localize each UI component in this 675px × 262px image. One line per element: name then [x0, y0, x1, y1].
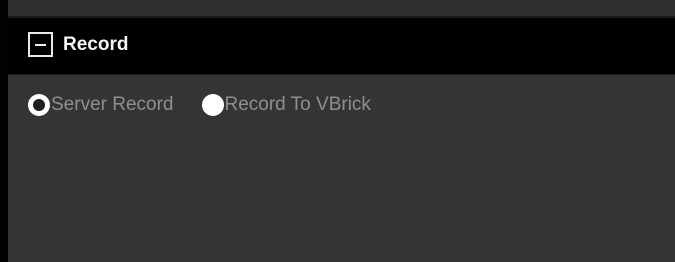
minus-icon: [35, 44, 46, 46]
radio-unchecked-icon[interactable]: [201, 94, 224, 116]
radio-label-record-to-vbrick[interactable]: Record To VBrick: [225, 93, 371, 117]
top-strip: [8, 0, 675, 18]
left-edge: [0, 0, 8, 262]
panel-header: Record: [8, 18, 675, 75]
record-panel: Record Server Record Record To VBrick: [8, 18, 675, 262]
collapse-button[interactable]: [28, 32, 53, 57]
window-frame: Record Server Record Record To VBrick: [0, 0, 675, 262]
panel-title: Record: [63, 34, 129, 55]
radio-checked-icon[interactable]: [28, 94, 50, 116]
radio-record-to-vbrick[interactable]: Record To VBrick: [201, 93, 371, 117]
radio-label-server-record[interactable]: Server Record: [51, 93, 174, 117]
record-mode-radio-group: Server Record Record To VBrick: [28, 90, 399, 120]
radio-server-record[interactable]: Server Record: [28, 93, 174, 117]
